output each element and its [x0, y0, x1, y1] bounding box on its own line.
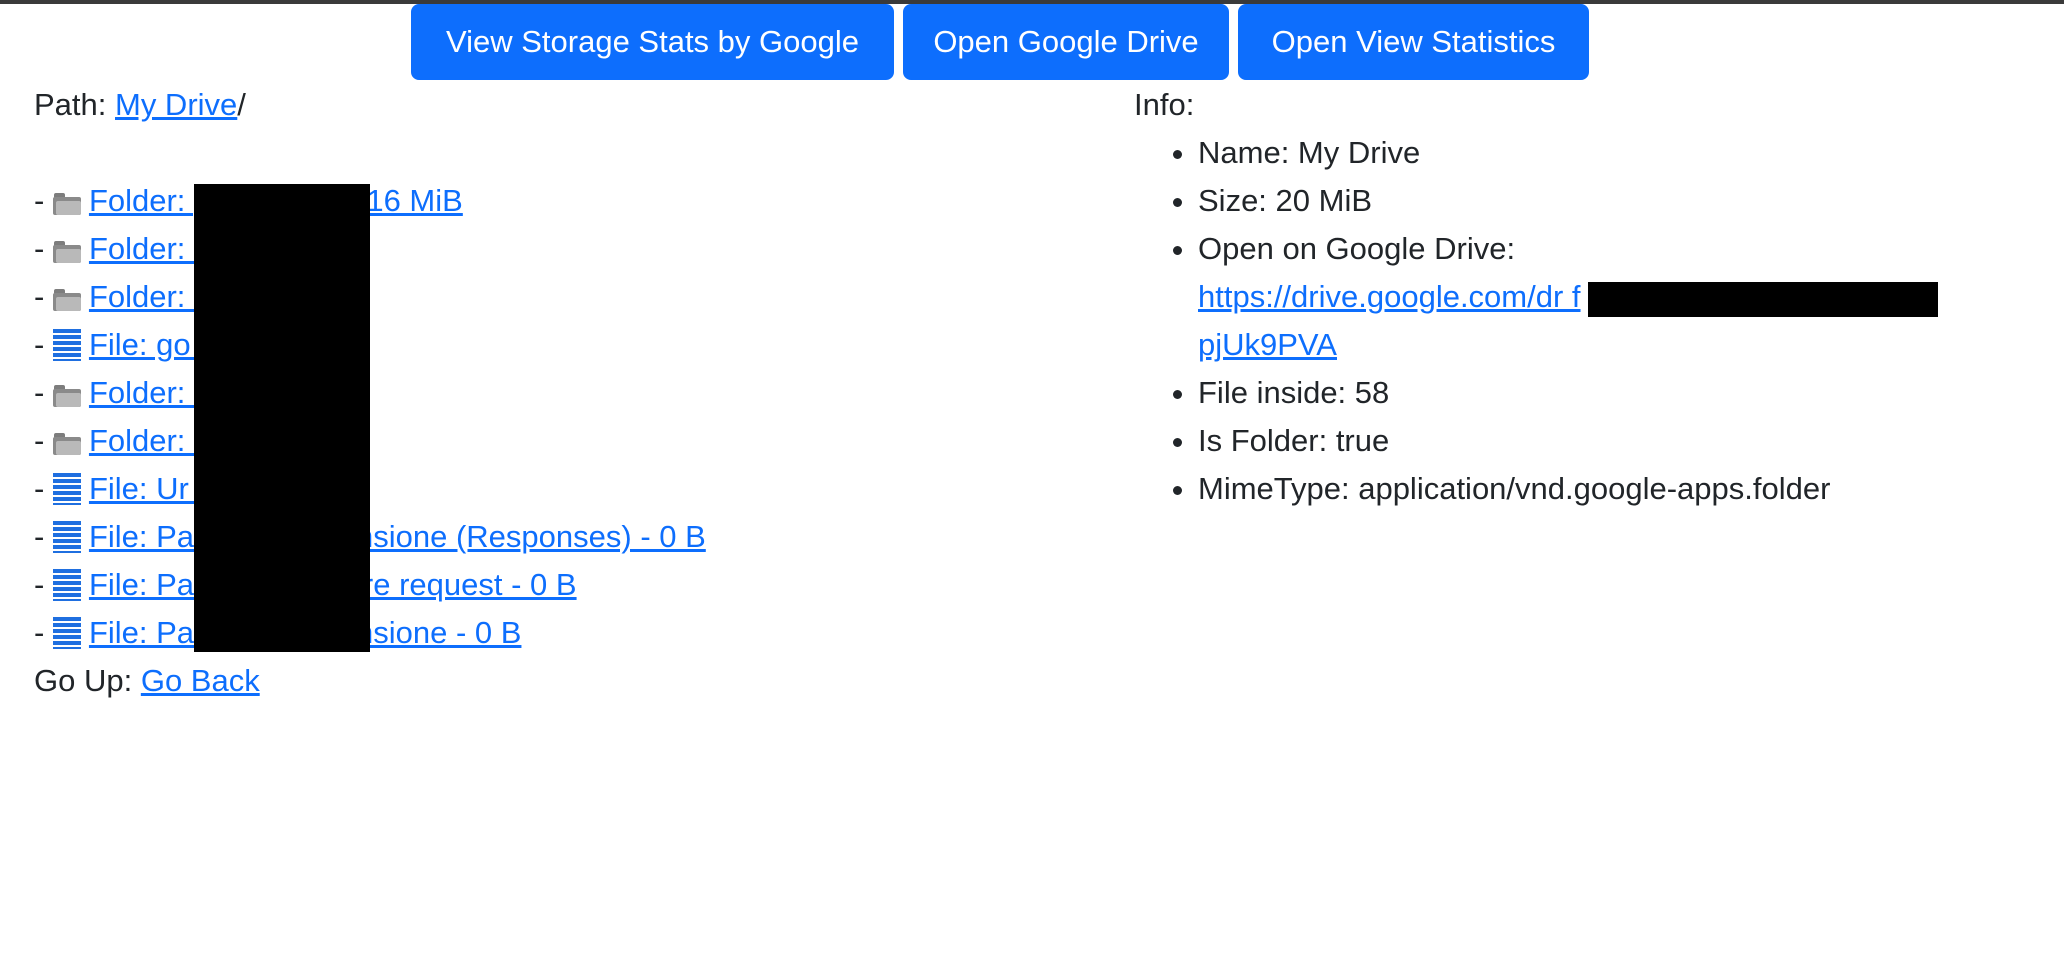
redaction-box: [1588, 282, 1938, 317]
info-is-folder: Is Folder: true: [1198, 417, 2034, 465]
open-google-drive-button[interactable]: Open Google Drive: [903, 4, 1229, 80]
info-name: Name: My Drive: [1198, 129, 2034, 177]
info-size: Size: 20 MiB: [1198, 177, 2034, 225]
folder-icon: [52, 385, 81, 407]
file-icon: [52, 473, 81, 505]
entry-label: File: Pa App - Recensione (Responses) - …: [88, 519, 706, 554]
path-my-drive-link[interactable]: My Drive: [115, 87, 237, 122]
folder-icon: [52, 241, 81, 263]
folder-icon: [52, 289, 81, 311]
path-separator: /: [237, 87, 246, 122]
info-open-label: Open on Google Drive:: [1198, 231, 1516, 266]
go-back-link[interactable]: Go Back: [141, 663, 260, 698]
entry-link-file[interactable]: File: Pa App - Recensione (Responses) - …: [52, 519, 706, 554]
info-mimetype: MimeType: application/vnd.google-apps.fo…: [1198, 465, 2034, 513]
info-title: Info:: [1134, 87, 1195, 122]
file-icon: [52, 617, 81, 649]
folder-icon: [52, 433, 81, 455]
redaction-box: [194, 184, 370, 652]
open-view-statistics-button[interactable]: Open View Statistics: [1238, 4, 1589, 80]
file-icon: [52, 521, 81, 553]
path-label: Path:: [34, 87, 115, 122]
drive-url-link[interactable]: https://drive.google.com/dr f pjUk9PVA: [1198, 279, 1581, 362]
go-up-row: Go Up: Go Back: [34, 657, 1104, 705]
drive-url-part2: pjUk9PVA: [1198, 327, 1337, 362]
drive-url-part1: https://drive.google.com/dr f: [1198, 279, 1581, 314]
go-up-label: Go Up:: [34, 663, 141, 698]
view-storage-stats-button[interactable]: View Storage Stats by Google: [411, 4, 894, 80]
info-list: Name: My Drive Size: 20 MiB Open on Goog…: [1134, 129, 2034, 513]
action-buttons: View Storage Stats by Google Open Google…: [0, 4, 2064, 80]
breadcrumb: Path: My Drive/: [34, 81, 1104, 129]
file-icon: [52, 569, 81, 601]
file-icon: [52, 329, 81, 361]
folder-icon: [52, 193, 81, 215]
info-files-inside: File inside: 58: [1198, 369, 2034, 417]
